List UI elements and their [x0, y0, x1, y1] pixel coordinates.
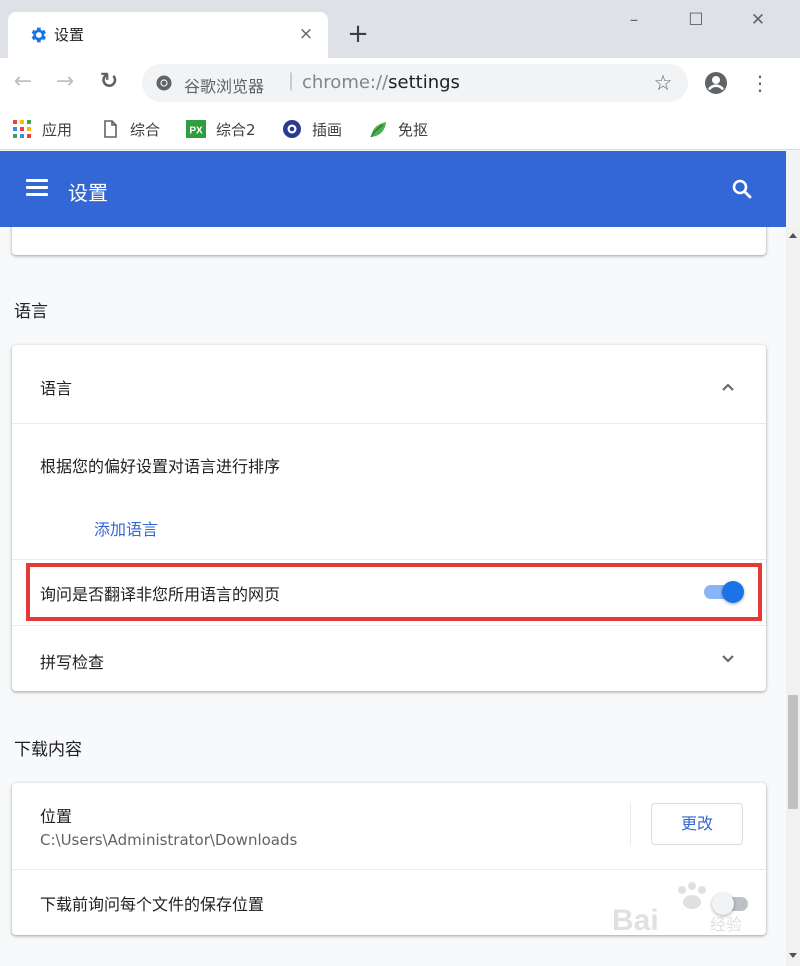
bookmark-label: 综合2 — [216, 120, 256, 139]
chrome-icon — [156, 75, 172, 91]
tab-title: 设置 — [54, 26, 85, 44]
chevron-down-icon[interactable] — [718, 649, 738, 669]
svg-text:经验: 经验 — [710, 915, 742, 934]
scroll-down-arrow[interactable] — [789, 953, 797, 958]
previous-card — [12, 227, 766, 255]
bookmark-illustration[interactable]: 插画 — [282, 117, 342, 141]
bookmark-label: 应用 — [42, 120, 73, 139]
vertical-divider — [630, 803, 631, 845]
forward-button[interactable]: → — [50, 67, 80, 97]
leaf-icon — [370, 122, 386, 138]
divider — [12, 625, 766, 626]
bookmark-label: 免抠 — [398, 120, 429, 139]
language-row-title[interactable]: 语言 — [40, 375, 72, 399]
profile-icon[interactable] — [703, 70, 729, 96]
url-separator: | — [288, 70, 295, 91]
new-tab-button[interactable]: + — [344, 20, 372, 48]
bookmark-general[interactable]: 综合 — [100, 117, 160, 141]
add-language-link[interactable]: 添加语言 — [94, 516, 158, 540]
page-icon — [104, 120, 117, 138]
language-card: 语言 根据您的偏好设置对语言进行排序 添加语言 询问是否翻译非您所用语言的网页 … — [12, 345, 766, 691]
star-icon[interactable]: ☆ — [650, 70, 676, 96]
divider — [12, 869, 766, 870]
download-location-path: C:\Users\Administrator\Downloads — [40, 831, 298, 849]
divider — [12, 423, 766, 424]
bookmark-cutout[interactable]: 免抠 — [368, 117, 428, 141]
more-menu-icon[interactable]: ⋮ — [750, 70, 770, 96]
window-close-icon[interactable]: ✕ — [746, 8, 770, 32]
bookmarks-bar: 应用 综合 PX 综合2 插画 免抠 — [0, 108, 800, 150]
bookmark-general-2[interactable]: PX 综合2 — [186, 117, 256, 141]
url-text[interactable]: chrome://settings — [302, 72, 460, 93]
browser-toolbar: ← → ↻ 谷歌浏览器 | chrome://settings ☆ ⋮ — [0, 58, 800, 108]
baidu-watermark: Bai 经验 — [612, 882, 742, 937]
ask-where-to-save-label: 下载前询问每个文件的保存位置 — [40, 895, 265, 914]
reload-button[interactable]: ↻ — [94, 67, 124, 97]
minimize-icon[interactable]: – — [622, 8, 646, 32]
divider — [12, 559, 766, 560]
gear-icon — [31, 27, 46, 43]
scrollbar[interactable] — [786, 227, 800, 966]
scroll-thumb[interactable] — [788, 695, 798, 809]
svg-text:Bai: Bai — [612, 904, 659, 937]
url-path: settings — [388, 72, 460, 93]
address-bar[interactable]: 谷歌浏览器 | chrome://settings ☆ — [142, 64, 688, 102]
back-button[interactable]: ← — [8, 67, 38, 97]
language-sort-hint: 根据您的偏好设置对语言进行排序 — [40, 457, 281, 476]
menu-icon[interactable] — [26, 179, 48, 197]
close-icon[interactable]: × — [294, 22, 318, 46]
bookmark-label: 插画 — [312, 120, 343, 139]
page-title: 设置 — [68, 181, 108, 205]
settings-content: 语言 语言 根据您的偏好设置对语言进行排序 添加语言 询问是否翻译非您所用语言的… — [0, 227, 786, 966]
change-location-button[interactable]: 更改 — [651, 803, 743, 845]
section-title-language: 语言 — [14, 302, 48, 322]
circle-logo-icon — [283, 120, 301, 138]
chevron-up-icon[interactable] — [718, 377, 738, 397]
site-name: 谷歌浏览器 — [184, 77, 265, 96]
section-title-downloads: 下载内容 — [14, 740, 82, 760]
apps-grid-icon — [13, 120, 31, 138]
bookmark-apps[interactable]: 应用 — [12, 117, 72, 141]
settings-header: 设置 — [0, 151, 786, 227]
px-badge-text: PX — [189, 126, 203, 137]
spellcheck-row[interactable]: 拼写检查 — [40, 649, 104, 673]
bookmark-label: 综合 — [130, 120, 161, 139]
download-location-label: 位置 — [40, 807, 73, 826]
tab-settings[interactable]: 设置 × — [8, 12, 328, 58]
search-icon[interactable] — [730, 177, 754, 201]
tab-strip: 设置 × + – ☐ ✕ — [0, 0, 800, 58]
px-icon: PX — [186, 120, 206, 138]
maximize-icon[interactable]: ☐ — [684, 8, 708, 32]
highlight-box — [26, 563, 762, 621]
scroll-up-arrow[interactable] — [789, 233, 797, 238]
url-scheme: chrome:// — [302, 72, 389, 93]
